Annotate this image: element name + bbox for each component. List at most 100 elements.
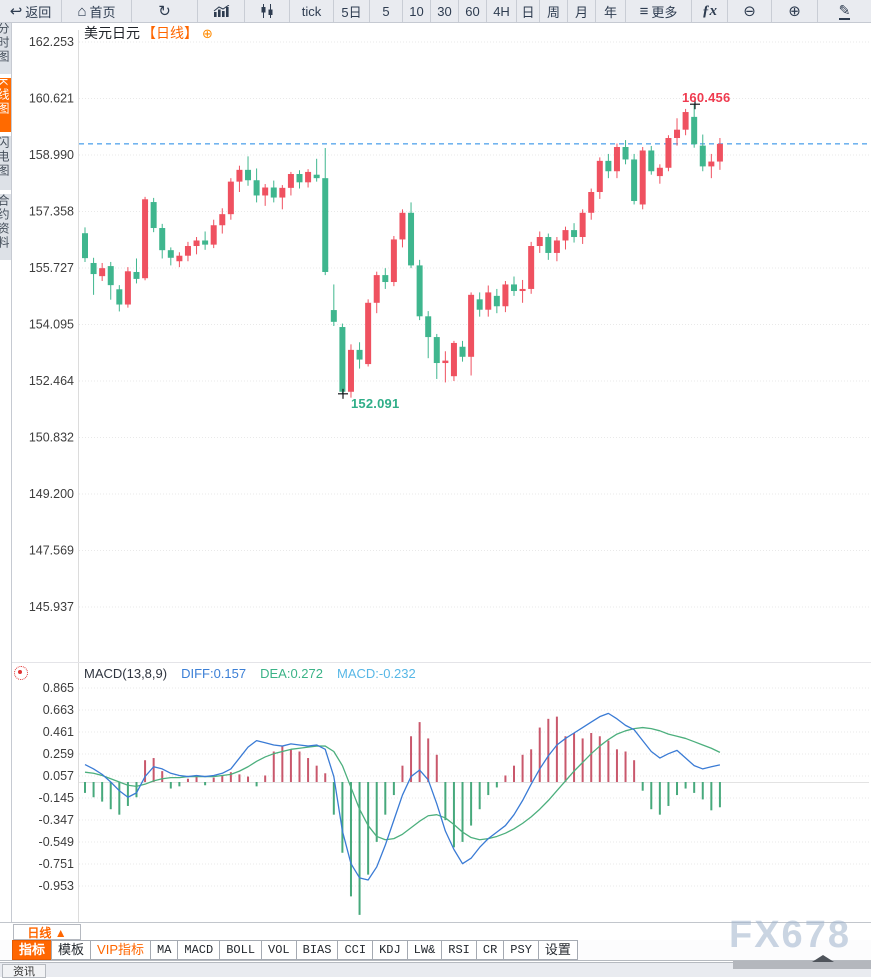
tab-template[interactable]: 模板: [51, 940, 92, 960]
zoom-in-icon: ⊕: [788, 2, 801, 20]
bar-chart-button[interactable]: [198, 0, 245, 22]
macd-params-label: MACD(13,8,9): [84, 666, 168, 681]
week-button[interactable]: 周: [540, 0, 568, 22]
svg-text:155.727: 155.727: [29, 261, 74, 275]
tab-vol[interactable]: VOL: [261, 940, 297, 960]
tab-vip-indicator[interactable]: VIP指标: [90, 940, 151, 960]
year-button[interactable]: 年: [596, 0, 626, 22]
sidebar-tab-label: 合约资料: [0, 194, 10, 250]
svg-text:0.461: 0.461: [43, 725, 74, 739]
5d-button[interactable]: 5日: [334, 0, 370, 22]
tab-boll[interactable]: BOLL: [219, 940, 263, 960]
refresh-icon: ↻: [158, 2, 171, 20]
add-circle-icon[interactable]: ⊕: [202, 26, 213, 41]
sidebar-tab-label: 分时图: [0, 22, 10, 64]
tab-bias[interactable]: BIAS: [295, 940, 339, 960]
high-price-annotation: 160.456: [682, 90, 731, 105]
fx-function-icon: ƒx: [702, 2, 717, 19]
tab-cr[interactable]: CR: [475, 940, 505, 960]
zoom-in-button[interactable]: ⊕: [772, 0, 818, 22]
tick-button[interactable]: tick: [290, 0, 334, 22]
tab-indicator[interactable]: 指标: [12, 940, 53, 960]
toolbar-item-label: 返回: [25, 4, 52, 20]
toolbar-item-label: 更多: [651, 4, 678, 20]
macd-hist-value: MACD:-0.232: [336, 666, 416, 681]
svg-text:150.832: 150.832: [29, 431, 74, 445]
scrollbar-up-arrow-icon[interactable]: [812, 955, 834, 962]
toolbar-item-label: 10: [409, 3, 424, 19]
period-tag: 【日线】: [142, 25, 198, 41]
back-icon: ↩: [9, 2, 23, 20]
sidebar-tab-label: 闪电图: [0, 136, 10, 178]
tab-rsi[interactable]: RSI: [441, 940, 477, 960]
toolbar-item-label: 5日: [341, 4, 362, 20]
10min-button[interactable]: 10: [403, 0, 431, 22]
menu-icon: ≡: [639, 2, 649, 20]
chart-type-sidebar: 分时图 K线图闪电图合约资料: [0, 22, 11, 264]
tab-cci[interactable]: CCI: [337, 940, 374, 960]
macd-diff-value: DIFF:0.157: [181, 666, 247, 681]
toolbar-item-label: 60: [465, 3, 480, 19]
sidebar-tab-lightning-chart[interactable]: 闪电图: [0, 136, 11, 190]
day-button[interactable]: 日: [517, 0, 540, 22]
horizontal-scrollbar[interactable]: [733, 961, 871, 969]
toolbar-item-label: 首页: [89, 4, 116, 20]
svg-text:-0.751: -0.751: [39, 857, 74, 871]
toolbar-item-label: tick: [301, 3, 322, 19]
svg-text:-0.145: -0.145: [39, 791, 74, 805]
back-button[interactable]: ↩ 返回: [0, 0, 62, 22]
svg-text:-0.347: -0.347: [39, 813, 74, 827]
svg-text:162.253: 162.253: [29, 35, 74, 49]
toolbar-item-label: 5: [382, 3, 390, 19]
svg-text:154.095: 154.095: [29, 318, 74, 332]
fx-button[interactable]: ƒx: [692, 0, 728, 22]
period-dropdown-button[interactable]: 日线 ▲: [13, 924, 81, 940]
tab-kdj[interactable]: KDJ: [372, 940, 408, 960]
sidebar-tab-label: K线图: [0, 78, 10, 117]
candlestick-button[interactable]: [245, 0, 290, 22]
svg-text:149.200: 149.200: [29, 487, 74, 501]
toolbar-item-label: 日: [521, 4, 535, 20]
toolbar-item-label: 4H: [493, 3, 510, 19]
30min-button[interactable]: 30: [431, 0, 459, 22]
svg-text:160.621: 160.621: [29, 92, 74, 106]
indicator-tab-bar: 指标 模板 VIP指标 MA MACD BOLL VOL BIAS CCI KDJ LW& RSI CR…: [0, 940, 871, 961]
more-button[interactable]: ≡ 更多: [626, 0, 692, 22]
refresh-button[interactable]: ↻: [132, 0, 198, 22]
indicator-alert-icon[interactable]: [14, 666, 28, 680]
svg-text:0.663: 0.663: [43, 703, 74, 717]
macd-dea-value: DEA:0.272: [260, 666, 323, 681]
tab-macd[interactable]: MACD: [177, 940, 221, 960]
5min-button[interactable]: 5: [370, 0, 403, 22]
svg-text:-0.953: -0.953: [39, 879, 74, 893]
4h-button[interactable]: 4H: [487, 0, 517, 22]
sidebar-tab-kline-chart[interactable]: K线图: [0, 78, 11, 132]
candlestick-icon: [261, 4, 273, 18]
instrument-name: 美元日元: [84, 25, 140, 41]
toolbar-item-label: 周: [546, 4, 560, 20]
tab-lwr[interactable]: LW&: [406, 940, 443, 960]
home-icon: ⌂: [77, 2, 87, 20]
chart-title: 美元日元 【日线】 ⊕: [84, 23, 213, 43]
svg-text:0.057: 0.057: [43, 769, 74, 783]
pencil-icon: ✎: [838, 1, 851, 20]
60min-button[interactable]: 60: [459, 0, 487, 22]
sidebar-tab-contract-info[interactable]: 合约资料: [0, 194, 11, 260]
draw-button[interactable]: ✎: [818, 0, 871, 22]
toolbar-item-label: 30: [437, 3, 452, 19]
tab-psy[interactable]: PSY: [503, 940, 539, 960]
svg-text:157.358: 157.358: [29, 205, 74, 219]
tab-settings[interactable]: 设置: [537, 940, 578, 960]
bar-chart-icon: [213, 4, 229, 17]
toolbar-item-label: 月: [574, 4, 588, 20]
month-button[interactable]: 月: [568, 0, 596, 22]
tab-ma[interactable]: MA: [150, 940, 179, 960]
home-button[interactable]: ⌂ 首页: [62, 0, 132, 22]
zoom-out-button[interactable]: ⊖: [728, 0, 772, 22]
svg-text:0.865: 0.865: [43, 681, 74, 695]
chart-canvas[interactable]: [79, 22, 871, 922]
sidebar-tab-time-chart[interactable]: 分时图: [0, 22, 11, 74]
top-toolbar: ↩ 返回 ⌂ 首页 ↻ tick 5日 5 10 30 60 4H 日周月年 ≡ 更多 ƒx ⊖ ⊕ ✎: [0, 0, 871, 23]
zoom-out-icon: ⊖: [743, 2, 756, 20]
svg-text:-0.549: -0.549: [39, 835, 74, 849]
